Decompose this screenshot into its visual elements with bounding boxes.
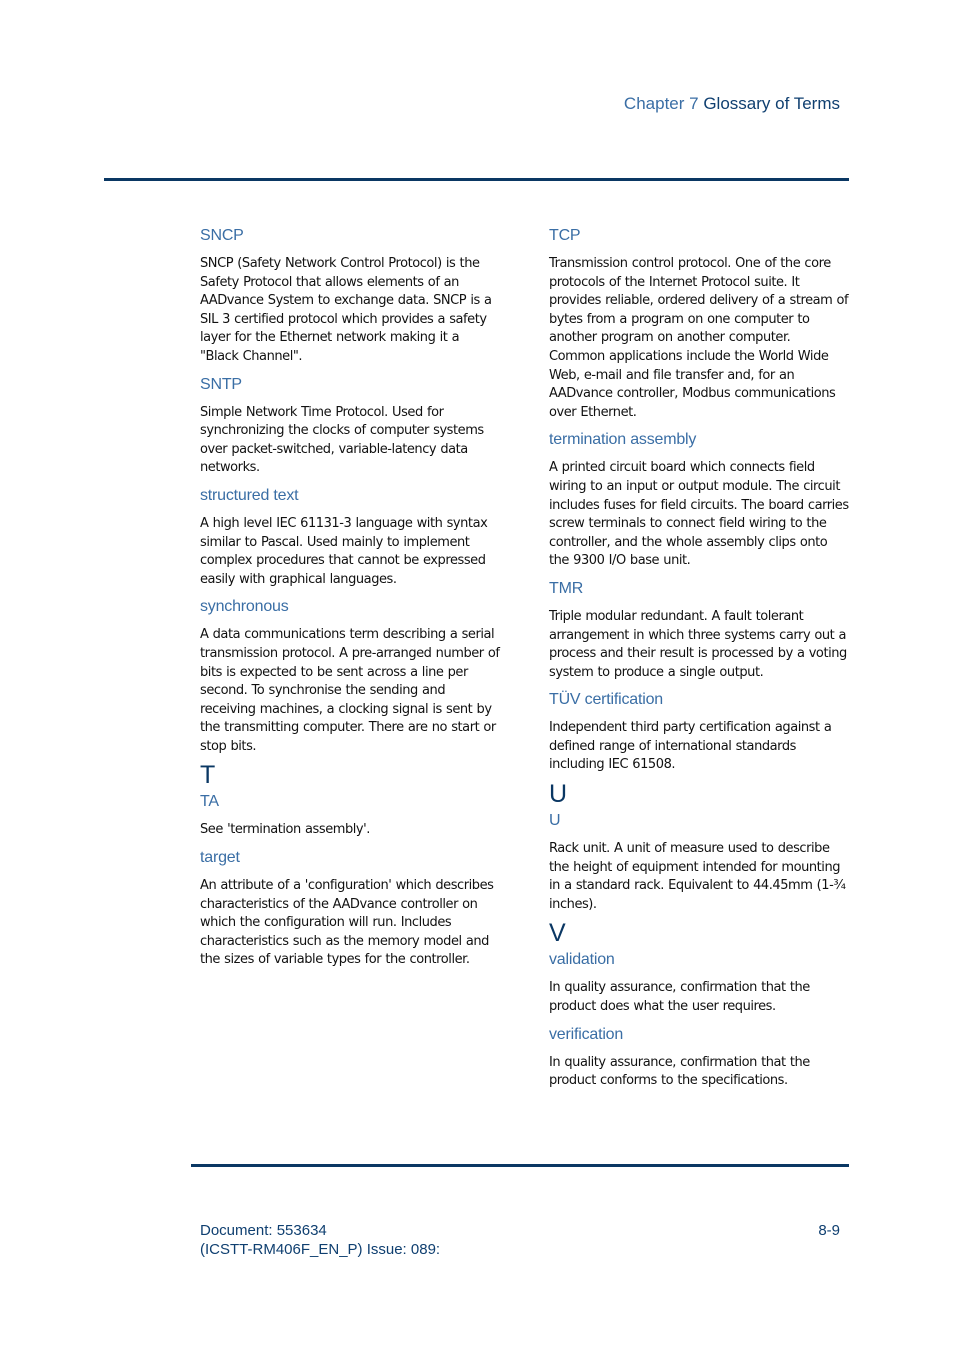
glossary-entry: SNCP SNCP (Safety Network Control Protoc… (200, 226, 500, 367)
chapter-label: Chapter 7 (623, 94, 699, 113)
glossary-entry: TA See 'termination assembly'. (200, 792, 500, 840)
glossary-definition: Independent third party certification ag… (549, 720, 832, 773)
glossary-entry: target An attribute of a 'configuration'… (200, 848, 500, 970)
glossary-term: termination assembly (549, 431, 697, 449)
glossary-term: TA (200, 793, 219, 811)
footer-rule (191, 1164, 849, 1167)
glossary-definition: An attribute of a 'configuration' which … (200, 878, 494, 968)
chapter-title: Glossary of Terms (703, 94, 840, 113)
glossary-term: SNTP (200, 375, 242, 393)
section-letter-u: U (549, 780, 568, 809)
glossary-column-left: SNCP SNCP (Safety Network Control Protoc… (200, 226, 500, 978)
glossary-definition: In quality assurance, confirmation that … (549, 1054, 810, 1089)
glossary-definition: Rack unit. A unit of measure used to des… (549, 841, 846, 912)
header-rule (104, 178, 849, 181)
glossary-term: TÜV certification (549, 691, 663, 709)
document-number: Document: 553634 (200, 1222, 327, 1239)
glossary-definition: See 'termination assembly'. (200, 822, 370, 838)
glossary-term: SNCP (200, 227, 244, 244)
glossary-entry: validation In quality assurance, confirm… (549, 950, 849, 1016)
glossary-column-right: TCP Transmission control protocol. One o… (549, 226, 849, 1099)
glossary-entry: structured text A high level IEC 61131-3… (200, 486, 500, 589)
glossary-definition: A high level IEC 61131-3 language with s… (200, 515, 488, 587)
section-letter-t: T (200, 761, 216, 790)
glossary-entry: U Rack unit. A unit of measure used to d… (549, 811, 849, 914)
page-number: 8-9 (818, 1222, 840, 1239)
glossary-term: TMR (549, 579, 584, 597)
glossary-term: synchronous (200, 598, 289, 616)
chapter-header: Chapter 7 Glossary of Terms (624, 94, 840, 114)
document-issue: (ICSTT-RM406F_EN_P) Issue: 089: (200, 1241, 441, 1258)
glossary-entry: verification In quality assurance, confi… (549, 1025, 849, 1091)
glossary-entry: TÜV certification Independent third part… (549, 690, 849, 775)
glossary-definition: A printed circuit board which connects f… (549, 460, 849, 569)
glossary-definition: Triple modular redundant. A fault tolera… (549, 608, 847, 680)
glossary-entry: SNTP Simple Network Time Protocol. Used … (200, 375, 500, 478)
glossary-definition: Transmission control protocol. One of th… (549, 256, 849, 420)
glossary-term: target (200, 849, 240, 867)
glossary-entry: TMR Triple modular redundant. A fault to… (549, 579, 849, 682)
glossary-term: verification (549, 1025, 624, 1043)
glossary-term: validation (549, 951, 615, 969)
section-letter-v: V (549, 919, 566, 948)
footer-document-info: Document: 553634 (ICSTT-RM406F_EN_P) Iss… (200, 1221, 440, 1259)
glossary-entry: TCP Transmission control protocol. One o… (549, 226, 849, 422)
glossary-term: U (549, 812, 561, 830)
glossary-term: TCP (549, 227, 581, 244)
glossary-definition: In quality assurance, confirmation that … (549, 980, 810, 1015)
glossary-entry: termination assembly A printed circuit b… (549, 430, 849, 571)
glossary-entry: synchronous A data communications term d… (200, 597, 500, 756)
glossary-term: structured text (200, 486, 299, 504)
glossary-definition: SNCP (Safety Network Control Protocol) i… (200, 256, 492, 364)
glossary-definition: A data communications term describing a … (200, 627, 500, 754)
glossary-definition: Simple Network Time Protocol. Used for s… (200, 404, 484, 476)
